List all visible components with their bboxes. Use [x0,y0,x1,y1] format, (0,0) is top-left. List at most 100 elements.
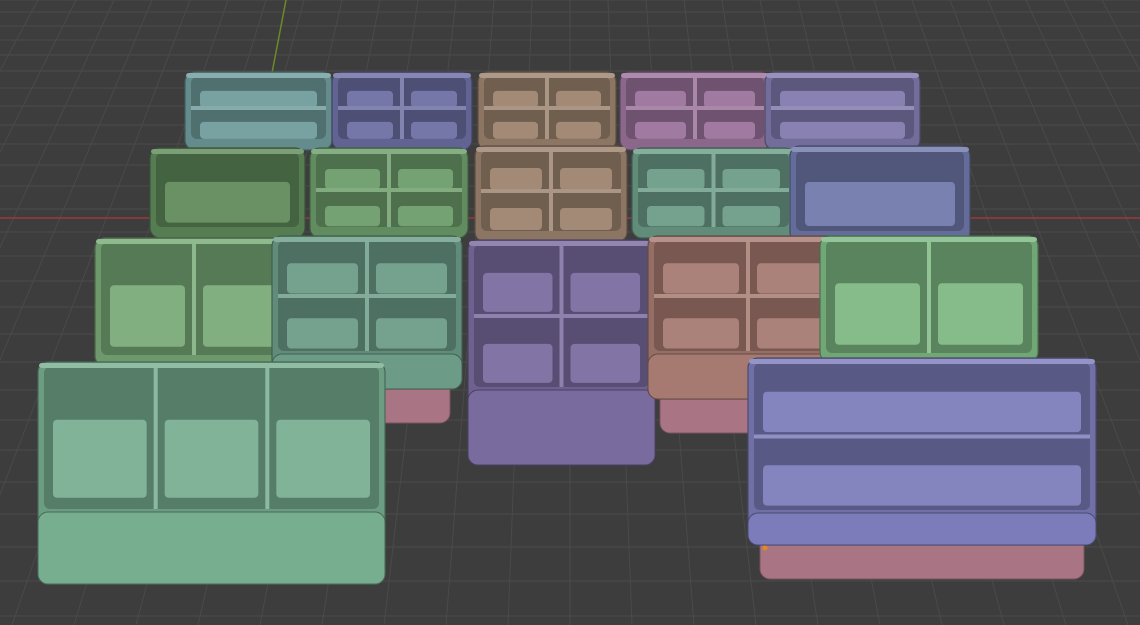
compartment-floor [411,122,457,139]
storage-box-purple [468,240,655,465]
storage-box-green [310,148,468,238]
compartment-floor [493,91,538,108]
box-rim [749,359,1095,364]
compartment-floor [560,208,612,230]
compartment-floor [411,91,457,108]
compartment-floor [325,206,380,226]
storage-box-mauve [620,72,770,150]
compartment-floor [483,273,553,312]
compartment-floor [347,122,393,139]
compartment-floor [200,122,317,139]
compartment-floor [347,91,393,108]
box-rim [151,149,304,154]
storage-box-teal [185,72,332,150]
compartment-floor [287,318,358,348]
compartment-floor [663,318,739,348]
storage-box-periwinkle [748,358,1096,579]
scene-canvas[interactable] [0,0,1140,625]
storage-box-sea-green [632,148,795,238]
storage-box-light-green [95,238,293,366]
box-front-face [748,513,1096,545]
divider-wall [654,294,842,298]
storage-box-jade [38,362,385,584]
box-rim [476,147,626,152]
compartment-floor [165,420,259,498]
divider-wall [484,106,610,110]
storage-box-tan [478,72,616,150]
compartment-floor [165,182,290,223]
compartment-floor [780,122,905,139]
compartment-floor [200,91,317,108]
compartment-floor [325,169,380,189]
compartment-floor [723,169,781,189]
divider-wall [265,367,269,509]
compartment-floor [560,168,612,190]
box-front-face [468,390,655,465]
divider-wall [154,367,158,509]
compartment-floor [276,420,370,498]
divider-wall [192,243,196,355]
divider-wall [278,294,456,298]
box-rim [39,363,384,368]
compartment-floor [763,392,1081,432]
3d-viewport[interactable] [0,0,1140,625]
compartment-floor [556,122,601,139]
compartment-floor [110,285,185,347]
compartment-floor [938,283,1023,345]
divider-wall [626,106,764,110]
compartment-floor [53,420,147,498]
compartment-floor [398,206,453,226]
divider-wall [191,106,326,110]
box-rim [186,73,331,78]
compartment-floor [376,263,447,293]
compartment-floor [723,206,781,226]
compartment-floor [647,206,705,226]
box-rim [821,237,1037,242]
storage-box-slate-blue [332,72,472,150]
compartment-floor [704,91,755,108]
divider-wall [638,188,789,192]
storage-box-lavender [765,72,920,150]
divider-wall [754,435,1090,439]
compartment-floor [376,318,447,348]
storage-box-olive-green [150,148,305,238]
divider-wall [338,106,466,110]
compartment-floor [635,91,686,108]
compartment-floor [493,122,538,139]
divider-wall [927,241,931,353]
storage-box-mint [820,236,1038,362]
box-rim [766,73,919,78]
compartment-floor [287,263,358,293]
compartment-floor [835,283,920,345]
compartment-floor [635,122,686,139]
origin-point [763,546,768,551]
compartment-floor [490,168,542,190]
divider-wall [316,188,462,192]
box-rim [791,147,969,152]
compartment-floor [763,465,1081,505]
box-rim [649,237,847,242]
box-rim [273,237,461,242]
storage-box-steel-blue [790,146,970,242]
box-rim [469,241,654,246]
box-rim [333,73,471,78]
compartment-floor [663,263,739,293]
storage-box-tan [475,146,627,242]
box-rim [621,73,769,78]
compartment-floor [704,122,755,139]
compartment-floor [203,285,278,347]
compartment-floor [571,273,641,312]
compartment-floor [398,169,453,189]
box-front-face [38,512,385,584]
box-rim [311,149,467,154]
compartment-floor [483,344,553,383]
compartment-floor [490,208,542,230]
compartment-floor [571,344,641,383]
compartment-floor [780,91,905,108]
divider-wall [771,106,914,110]
divider-wall [474,314,649,318]
box-rim [633,149,794,154]
box-rim [96,239,292,244]
compartment-floor [805,182,955,226]
compartment-floor [556,91,601,108]
